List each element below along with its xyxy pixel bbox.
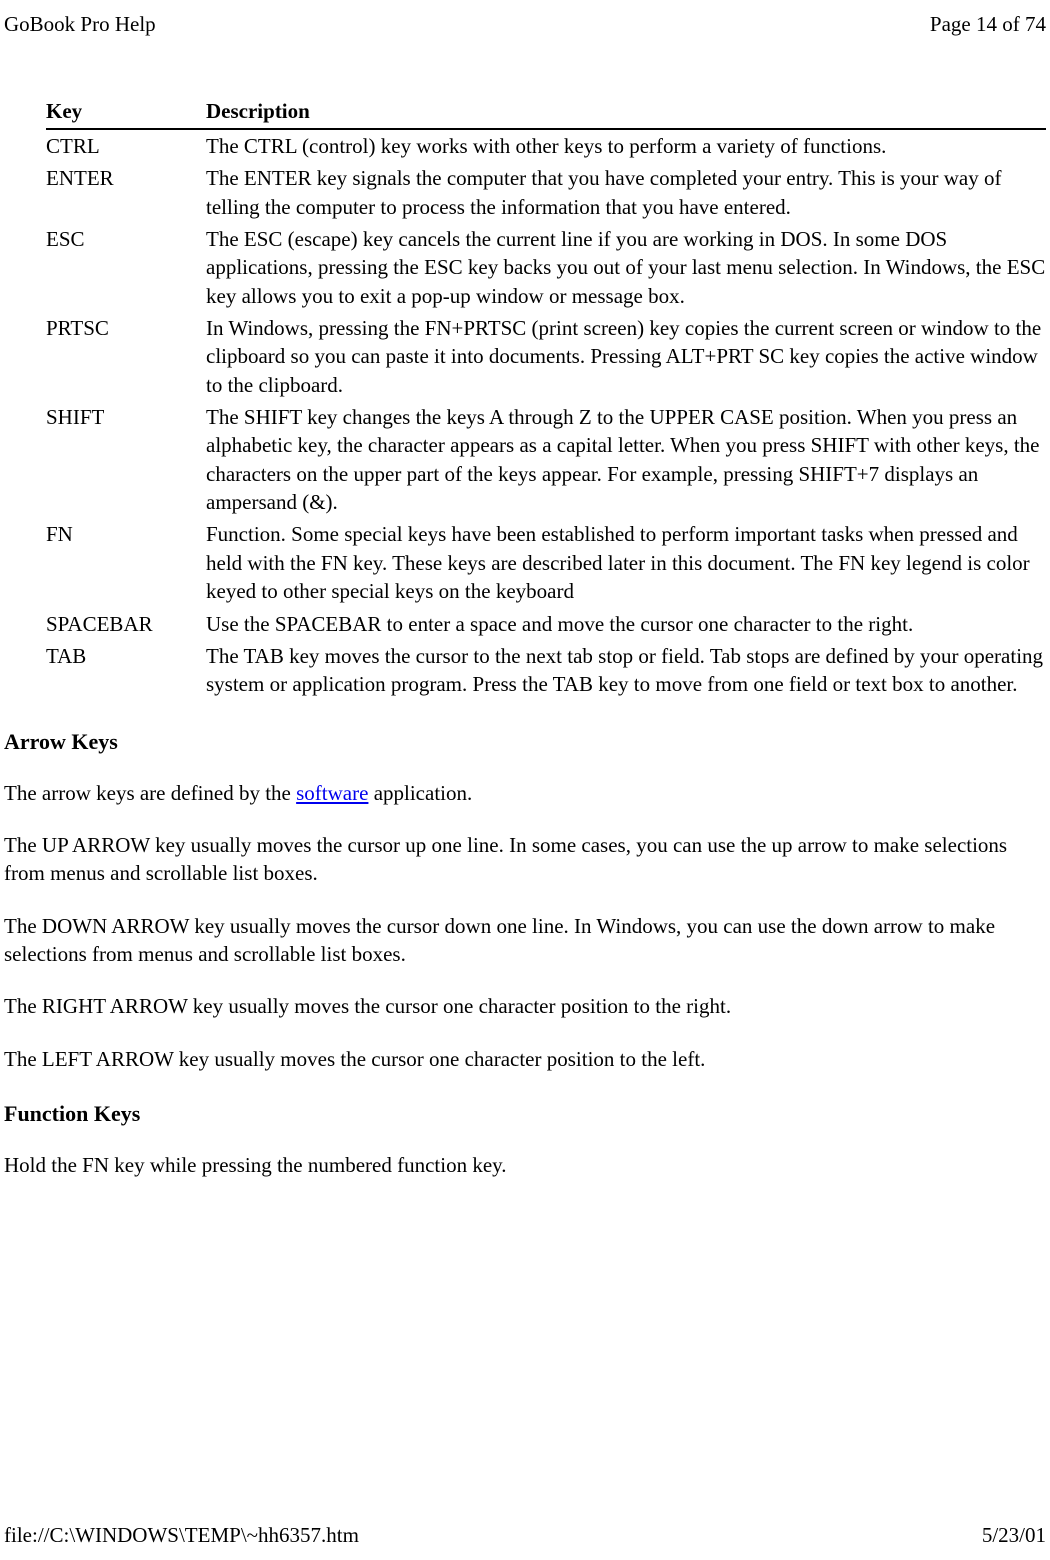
key-cell: TAB [46,640,206,701]
arrow-intro-suffix: application. [368,781,472,805]
content-area: Key Description CTRL The CTRL (control) … [0,95,1050,1179]
arrow-keys-heading: Arrow Keys [4,729,1046,755]
desc-cell: The ENTER key signals the computer that … [206,162,1046,223]
table-row: CTRL The CTRL (control) key works with o… [46,129,1046,162]
doc-title: GoBook Pro Help [4,12,156,37]
desc-cell: Function. Some special keys have been es… [206,518,1046,607]
key-description-table: Key Description CTRL The CTRL (control) … [46,95,1046,701]
table-row: SHIFT The SHIFT key changes the keys A t… [46,401,1046,518]
table-header-row: Key Description [46,95,1046,129]
desc-cell: In Windows, pressing the FN+PRTSC (print… [206,312,1046,401]
key-cell: ENTER [46,162,206,223]
key-cell: PRTSC [46,312,206,401]
page-header: GoBook Pro Help Page 14 of 74 [0,0,1050,37]
desc-cell: The CTRL (control) key works with other … [206,129,1046,162]
down-arrow-paragraph: The DOWN ARROW key usually moves the cur… [4,912,1046,969]
desc-cell: Use the SPACEBAR to enter a space and mo… [206,608,1046,640]
key-cell: SPACEBAR [46,608,206,640]
table-row: PRTSC In Windows, pressing the FN+PRTSC … [46,312,1046,401]
footer-date: 5/23/01 [982,1523,1046,1548]
software-link[interactable]: software [296,781,368,805]
page-footer: file://C:\WINDOWS\TEMP\~hh6357.htm 5/23/… [4,1523,1046,1548]
table-row: TAB The TAB key moves the cursor to the … [46,640,1046,701]
table-row: FN Function. Some special keys have been… [46,518,1046,607]
page-indicator: Page 14 of 74 [930,12,1046,37]
table-row: ENTER The ENTER key signals the computer… [46,162,1046,223]
table-row: ESC The ESC (escape) key cancels the cur… [46,223,1046,312]
header-description: Description [206,95,1046,129]
footer-path: file://C:\WINDOWS\TEMP\~hh6357.htm [4,1523,359,1548]
desc-cell: The ESC (escape) key cancels the current… [206,223,1046,312]
right-arrow-paragraph: The RIGHT ARROW key usually moves the cu… [4,992,1046,1020]
key-cell: SHIFT [46,401,206,518]
key-cell: ESC [46,223,206,312]
table-row: SPACEBAR Use the SPACEBAR to enter a spa… [46,608,1046,640]
header-key: Key [46,95,206,129]
function-keys-heading: Function Keys [4,1101,1046,1127]
left-arrow-paragraph: The LEFT ARROW key usually moves the cur… [4,1045,1046,1073]
function-keys-body: Hold the FN key while pressing the numbe… [4,1151,1046,1179]
key-cell: CTRL [46,129,206,162]
key-cell: FN [46,518,206,607]
up-arrow-paragraph: The UP ARROW key usually moves the curso… [4,831,1046,888]
key-table-container: Key Description CTRL The CTRL (control) … [46,95,1046,701]
arrow-intro-prefix: The arrow keys are defined by the [4,781,296,805]
desc-cell: The TAB key moves the cursor to the next… [206,640,1046,701]
arrow-keys-intro: The arrow keys are defined by the softwa… [4,779,1046,807]
desc-cell: The SHIFT key changes the keys A through… [206,401,1046,518]
